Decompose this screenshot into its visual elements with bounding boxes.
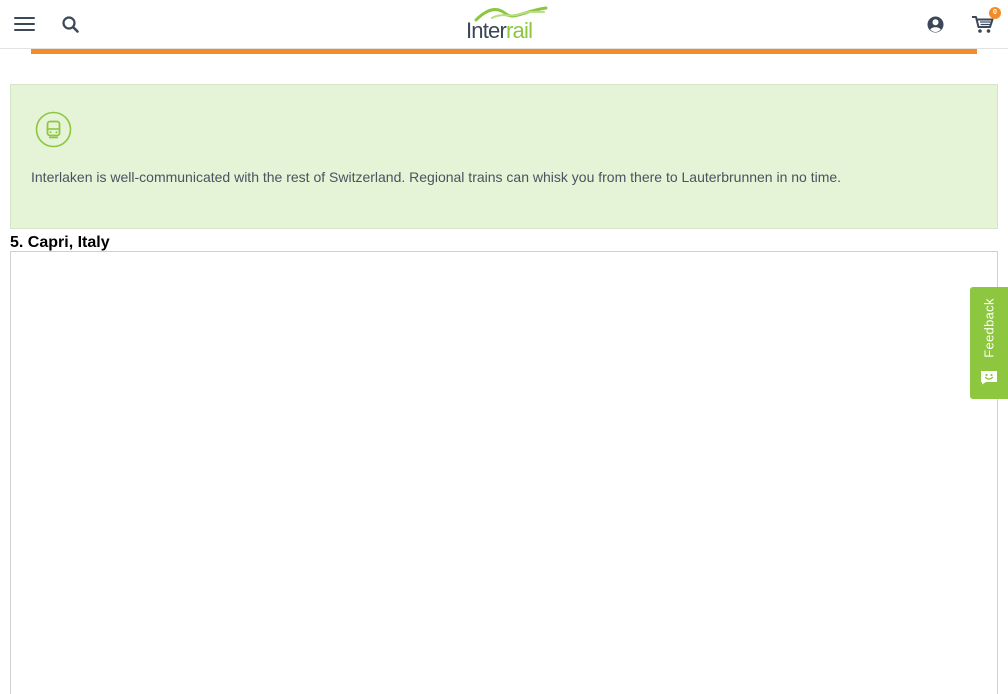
logo-rail-text: rail xyxy=(506,18,533,43)
logo-inter-text: Inter xyxy=(466,18,507,43)
section-divider xyxy=(31,49,977,54)
search-icon[interactable] xyxy=(60,14,82,36)
interrail-logo[interactable]: Interrail xyxy=(462,4,554,44)
train-icon xyxy=(35,111,72,148)
feedback-label: Feedback xyxy=(981,298,997,358)
hamburger-menu-icon[interactable] xyxy=(13,14,37,34)
cart-count-badge: 0 xyxy=(989,7,1001,19)
site-header: Interrail 0 xyxy=(0,0,1008,49)
travel-tip-text: Interlaken is well-communicated with the… xyxy=(31,169,842,185)
feedback-smiley-icon xyxy=(980,369,998,385)
travel-tip-box: Interlaken is well-communicated with the… xyxy=(10,84,998,229)
feedback-button[interactable]: Feedback xyxy=(970,287,1008,399)
section-heading: 5. Capri, Italy xyxy=(10,234,110,251)
logo-text: Interrail xyxy=(466,18,533,44)
embedded-media-frame[interactable] xyxy=(10,251,998,694)
user-account-icon[interactable] xyxy=(925,14,946,35)
